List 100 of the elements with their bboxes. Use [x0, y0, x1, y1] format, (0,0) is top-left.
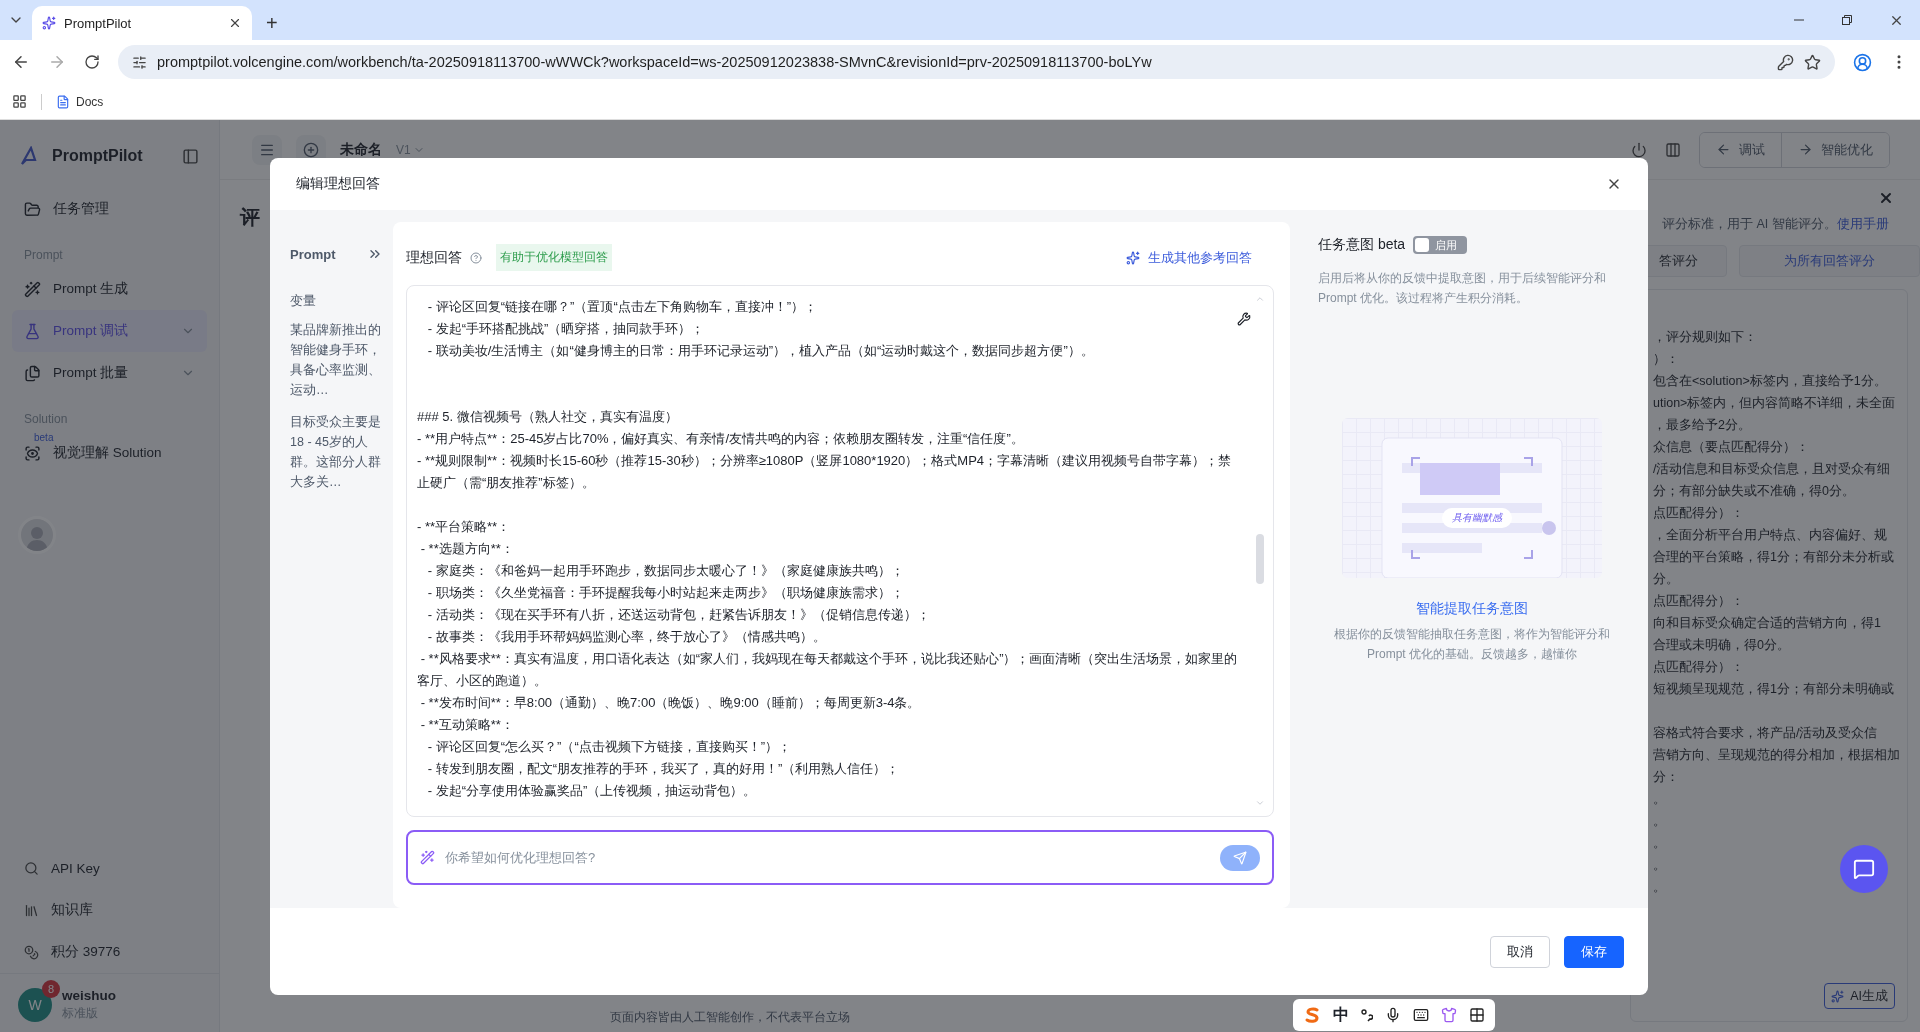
- menu-icon[interactable]: [252, 134, 282, 165]
- sidebar-item[interactable]: Prompt 批量: [12, 352, 207, 394]
- dialog-title: 编辑理想回答: [296, 175, 380, 193]
- answer-line: - **发布时间**：早8:00（通勤）、晚7:00（晚饭）、晚9:00（睡前）；每周更新3-4条。: [419, 694, 922, 712]
- close-icon[interactable]: [228, 16, 242, 30]
- answer-line: - 职场类：《久坐党福音：手环提醒我每小时站起来走两步》（职场健康族需求）；: [426, 584, 905, 602]
- rule-text: 。: [1653, 879, 1666, 896]
- star-icon[interactable]: [1804, 53, 1821, 71]
- score-button[interactable]: 为所有回答评分: [1739, 245, 1920, 277]
- keyboard-icon[interactable]: [1413, 1007, 1429, 1023]
- rule-text: 点匹配得分）：: [1653, 659, 1744, 676]
- chat-button[interactable]: [1840, 845, 1888, 893]
- ime-mode[interactable]: 中: [1333, 1004, 1349, 1026]
- folder-icon: [24, 200, 41, 218]
- intent-description: 启用后将从你的反馈中提取意图，用于后续智能评分和Prompt 优化。该过程将产生积分消耗。: [1318, 270, 1607, 307]
- rule-text: 营销方向、呈现规范的得分相加，根据相加: [1653, 747, 1900, 764]
- answer-line: - **用户特点**：25-45岁占比70%，偏好真实、有亲情/友情共鸣的内容；依赖朋友圈转发，注重“信任度”。: [417, 430, 1025, 448]
- chat-icon: [1853, 858, 1875, 880]
- save-button[interactable]: 保存: [1564, 935, 1624, 968]
- rule-text: ）：: [1653, 351, 1679, 368]
- variable-value: 目标受众主要是18 - 45岁的人群。这部分人群大多关…: [290, 414, 382, 491]
- rule-text: 点匹配得分）：: [1653, 505, 1744, 522]
- hint-tag: 有助于优化模型回答: [496, 244, 612, 271]
- site-info-icon[interactable]: [132, 54, 147, 70]
- wrench-icon[interactable]: [1237, 312, 1251, 326]
- search-icon: [24, 860, 39, 876]
- bookmark[interactable]: Docs: [56, 94, 104, 109]
- sidebar-item[interactable]: Prompt 调试: [12, 310, 207, 352]
- rule-text: 合理或未明确，得0分。: [1653, 637, 1790, 654]
- answer-line: - **规则限制**：视频时长15-60秒（推荐15-30秒）；分辨率≥1080P（竖屏1080*1920）；格式MP4；字幕清晰（建议用视频号自带字幕）；禁止硬广（需“朋友推荐”标签）。: [417, 452, 1233, 492]
- s-logo-icon[interactable]: [1303, 1006, 1321, 1024]
- rule-text: 分：: [1653, 769, 1679, 786]
- sparkle-icon: [1831, 989, 1845, 1003]
- answer-line: - 联动美妆/生活博主（如“健身博主的日常：用手环记录运动”），植入产品（如“运动时戴这个，数据同步超方便”）。: [426, 342, 1095, 360]
- key-icon[interactable]: [1777, 53, 1794, 71]
- browser-tab[interactable]: PromptPilot: [32, 6, 252, 40]
- notification-count: 8: [42, 980, 60, 998]
- answer-line: - **风格要求**：真实有温度，用口语化表达（如“家人们，我妈现在每天都戴这个手环，说比我还贴心”）；画面清晰（突出生活场景，如家里的客厅、小区的跑道）。: [417, 650, 1239, 690]
- shirt-icon[interactable]: [1441, 1007, 1457, 1023]
- page-heading: 评: [240, 205, 261, 230]
- rule-text: 。: [1653, 857, 1666, 874]
- ai-generate-button[interactable]: AI生成: [1824, 983, 1895, 1009]
- answer-line: - 故事类：《我用手环帮妈妈监测心率，终于放心了》（情感共鸣）。: [426, 628, 827, 646]
- files-icon: [24, 364, 41, 382]
- cancel-button[interactable]: 取消: [1490, 935, 1550, 968]
- feature-description: 根据你的反馈智能抽取任务意图，将作为智能评分和Prompt 优化的基础。反馈越多，越懂你: [1333, 626, 1611, 663]
- rule-text: 分；有部分缺失或不准确，得0分。: [1653, 483, 1855, 500]
- answer-line: - **选题方向**：: [419, 540, 515, 558]
- power-icon[interactable]: [1631, 141, 1647, 158]
- sidebar-item[interactable]: beta 视觉理解 Solution: [12, 432, 207, 474]
- new-tab-button[interactable]: +: [260, 6, 284, 40]
- columns-icon[interactable]: [1665, 141, 1681, 158]
- sidebar-item[interactable]: 任务管理: [12, 188, 207, 230]
- reload-icon[interactable]: [84, 54, 100, 70]
- sidebar-item[interactable]: 积分 39776: [12, 931, 207, 973]
- apps-icon[interactable]: [12, 94, 27, 109]
- answer-line: ### 5. 微信视频号（熟人社交，真实有温度）: [417, 408, 679, 426]
- generate-link[interactable]: 生成其他参考回答: [1126, 248, 1252, 267]
- scan-icon: [24, 444, 41, 462]
- profile-icon[interactable]: [1853, 52, 1872, 72]
- answer-line: - 发起“分享使用体验赢奖品”（上传视频，抽运动背包）。: [426, 782, 758, 800]
- logo-icon: [42, 16, 56, 30]
- sidebar-item[interactable]: 知识库: [12, 889, 207, 931]
- brand-name: PromptPilot: [52, 147, 144, 165]
- answer-title: 理想回答: [406, 248, 462, 267]
- answer-line: - 发起“手环搭配挑战”（晒穿搭，抽同款手环）；: [426, 320, 706, 338]
- flask-icon: [24, 322, 41, 340]
- prompt-field[interactable]: 你希望如何优化理想回答?: [406, 830, 1274, 885]
- user-name: weishuo: [62, 988, 116, 1003]
- coins-icon: [24, 944, 39, 960]
- address-bar[interactable]: promptpilot.volcengine.com/workbench/ta-20250918113700-wWWCk?workspaceId=ws-20250912023838-SMvnC&revisionId=prv-20250918113700-boLYw: [118, 45, 1835, 79]
- grid-icon[interactable]: [1469, 1007, 1485, 1023]
- answer-line: - 评论区回复“链接在哪？”（置顶“点击左下角购物车，直接冲！”）；: [426, 298, 819, 316]
- library-icon: [24, 902, 39, 918]
- header-button[interactable]: 智能优化: [1781, 132, 1889, 167]
- arrow-right-icon: [1798, 142, 1813, 157]
- scrollbar-thumb[interactable]: [1256, 534, 1264, 584]
- footer-note: 页面内容皆由人工智能创作，不代表平台立场: [610, 1009, 850, 1026]
- restore-icon[interactable]: [1841, 12, 1853, 28]
- answer-editor[interactable]: [406, 285, 1274, 817]
- url-text: promptpilot.volcengine.com/workbench/ta-20250918113700-wWWCk?workspaceId=ws-20250912023838-SMvnC&revisionId=prv-20250918113700-boLYw: [157, 54, 1153, 70]
- manual-link[interactable]: 使用手册: [1836, 217, 1889, 231]
- punctuation-icon[interactable]: [1361, 1008, 1373, 1022]
- intent-toggle[interactable]: 启用: [1413, 236, 1468, 254]
- rule-text: 点匹配得分）：: [1653, 593, 1744, 610]
- sidebar-item[interactable]: API Key: [12, 847, 207, 889]
- back-icon[interactable]: [12, 53, 30, 71]
- sidebar-toggle-icon[interactable]: [182, 147, 199, 165]
- close-icon[interactable]: [1878, 190, 1894, 206]
- rule-text: /活动信息和目标受众信息，且对受众有细: [1653, 461, 1891, 478]
- document-icon: [56, 94, 70, 109]
- rule-text: 分。: [1653, 571, 1679, 588]
- wand-icon: [420, 850, 435, 865]
- wand-icon: [24, 280, 41, 298]
- sidebar-item[interactable]: Prompt 生成: [12, 268, 207, 310]
- answer-line: - 家庭类：《和爸妈一起用手环跑步，数据同步太暖心了！》（家庭健康族共鸣）；: [426, 562, 905, 580]
- mic-icon[interactable]: [1385, 1007, 1401, 1023]
- sparkle-icon: [1126, 250, 1140, 265]
- rule-text: 。: [1653, 835, 1666, 852]
- intent-title: 任务意图 beta: [1318, 236, 1406, 254]
